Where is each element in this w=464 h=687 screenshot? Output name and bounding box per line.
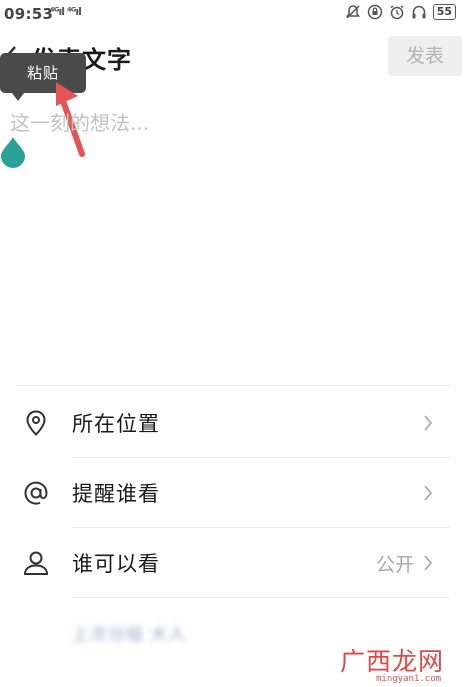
option-label: 谁可以看 bbox=[72, 552, 160, 576]
post-text-input[interactable] bbox=[10, 108, 450, 138]
option-label: 提醒谁看 bbox=[72, 482, 160, 506]
signal-icon: ⁴ᴳıl ⁴ᴳıl bbox=[50, 5, 82, 18]
cursor-handle-icon[interactable] bbox=[0, 136, 26, 168]
publish-button[interactable]: 发表 bbox=[388, 36, 462, 76]
battery-icon: 55 bbox=[432, 4, 456, 20]
bell-mute-icon bbox=[345, 5, 360, 19]
location-pin-icon bbox=[26, 410, 46, 436]
status-bar: 09:53 ⁴ᴳıl ⁴ᴳıl 55 bbox=[0, 0, 464, 30]
divider bbox=[16, 385, 450, 386]
status-time: 09:53 bbox=[4, 5, 54, 23]
chevron-right-icon bbox=[424, 555, 433, 571]
option-visibility[interactable]: 谁可以看 公开 bbox=[0, 528, 464, 598]
watermark-url: mingyan1.com bbox=[376, 674, 442, 684]
watermark-text: 广西龙网 bbox=[340, 647, 445, 676]
blurred-group-text: 上次分组 大人 bbox=[72, 625, 187, 645]
lock-rotate-icon bbox=[367, 4, 382, 20]
divider bbox=[72, 597, 450, 598]
alarm-icon bbox=[390, 5, 404, 20]
status-icons: 55 bbox=[345, 4, 456, 20]
headphones-icon bbox=[412, 5, 426, 19]
option-location[interactable]: 所在位置 bbox=[0, 388, 464, 458]
visibility-value: 公开 bbox=[375, 554, 414, 576]
option-mention[interactable]: 提醒谁看 bbox=[0, 458, 464, 528]
at-sign-icon bbox=[24, 481, 48, 505]
chevron-right-icon bbox=[424, 485, 433, 501]
person-icon bbox=[23, 551, 49, 575]
chevron-right-icon bbox=[424, 415, 433, 431]
option-label: 所在位置 bbox=[72, 412, 160, 436]
